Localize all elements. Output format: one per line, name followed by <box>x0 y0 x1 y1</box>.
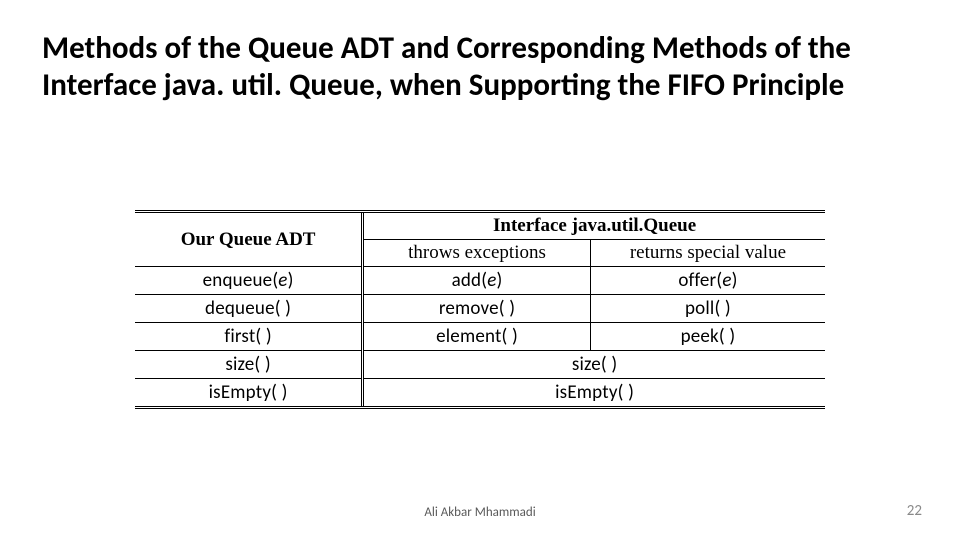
methods-table: Our Queue ADT Interface java.util.Queue … <box>135 210 825 409</box>
slide-title: Methods of the Queue ADT and Correspondi… <box>42 30 918 104</box>
table-row-returns: offer(e) <box>590 267 825 295</box>
table-row-adt: isEmpty( ) <box>135 379 363 408</box>
header-returns: returns special value <box>590 240 825 267</box>
footer-author: Ali Akbar Mhammadi <box>0 505 960 520</box>
header-interface: Interface java.util.Queue <box>363 212 825 240</box>
table-row-adt: size( ) <box>135 351 363 379</box>
table-row-throws: element( ) <box>363 323 591 351</box>
table-row-merged: size( ) <box>363 351 825 379</box>
header-adt: Our Queue ADT <box>135 212 363 267</box>
table-row-throws: add(e) <box>363 267 591 295</box>
footer-page-number: 22 <box>907 502 922 520</box>
table-row-merged: isEmpty( ) <box>363 379 825 408</box>
table-row-adt: first( ) <box>135 323 363 351</box>
table-row-returns: poll( ) <box>590 295 825 323</box>
header-throws: throws exceptions <box>363 240 591 267</box>
table-row-throws: remove( ) <box>363 295 591 323</box>
table-row-adt: enqueue(e) <box>135 267 363 295</box>
table-row-adt: dequeue( ) <box>135 295 363 323</box>
table-row-returns: peek( ) <box>590 323 825 351</box>
